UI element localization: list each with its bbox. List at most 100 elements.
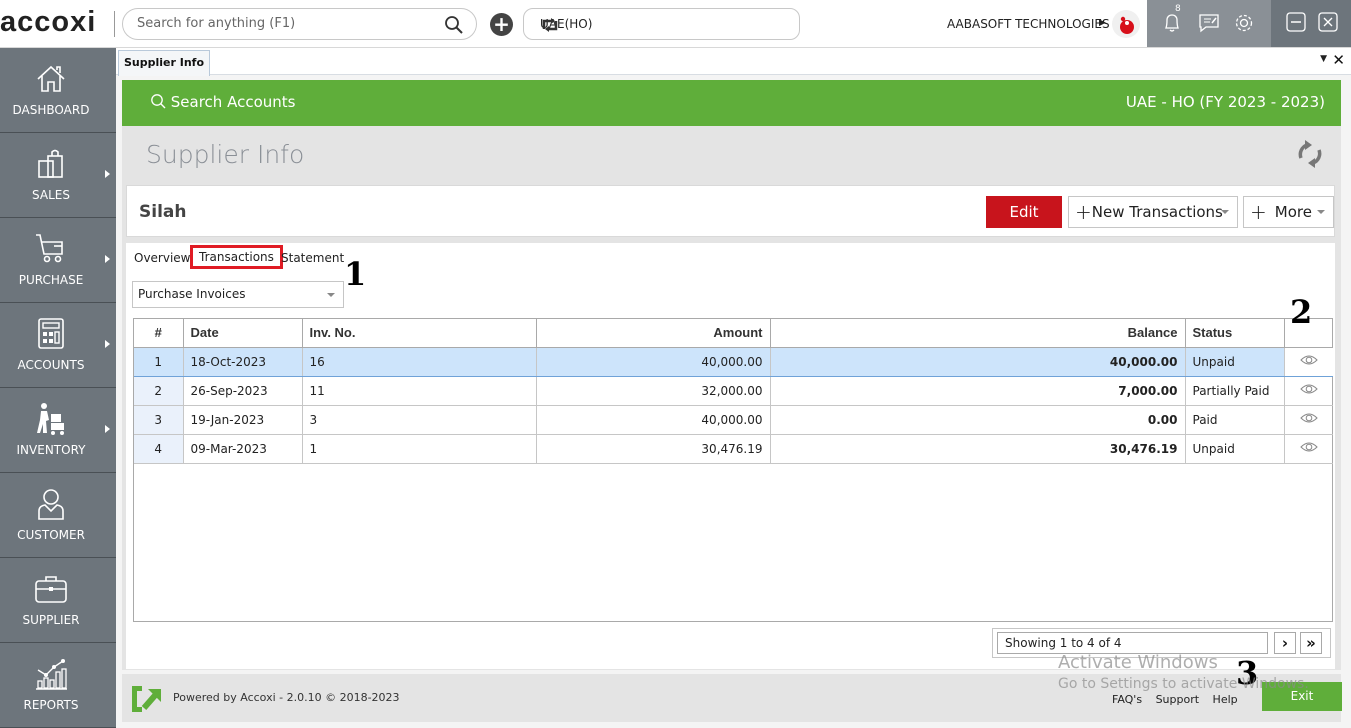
transaction-type-value: Purchase Invoices bbox=[138, 287, 246, 301]
cell-balance: 40,000.00 bbox=[770, 347, 1186, 377]
caret-right-icon bbox=[105, 170, 110, 178]
cell-date: 19-Jan-2023 bbox=[183, 405, 303, 435]
bell-icon[interactable] bbox=[1162, 12, 1182, 38]
sidebar-item-customer[interactable]: CUSTOMER bbox=[0, 473, 116, 558]
close-icon[interactable] bbox=[1318, 12, 1338, 36]
tab-statement[interactable]: Statement bbox=[281, 251, 344, 265]
sidebar-item-purchase[interactable]: PURCHASE bbox=[0, 218, 116, 303]
cell-date: 18-Oct-2023 bbox=[183, 347, 303, 377]
cell-balance: 30,476.19 bbox=[770, 434, 1186, 464]
minimize-icon[interactable] bbox=[1286, 12, 1306, 36]
sidebar-item-label: SALES bbox=[32, 188, 70, 202]
sidebar-item-accounts[interactable]: ACCOUNTS bbox=[0, 303, 116, 388]
caret-right-icon bbox=[105, 340, 110, 348]
main-panel: Search Accounts UAE - HO (FY 2023 - 2023… bbox=[116, 76, 1351, 728]
accoxi-brand-icon bbox=[131, 685, 164, 716]
transactions-grid: # Date Inv. No. Amount Balance Status 1 bbox=[133, 318, 1333, 622]
cell-amount: 40,000.00 bbox=[536, 405, 771, 435]
organization-name[interactable]: AABASOFT TECHNOLOGIES bbox=[947, 17, 1110, 31]
transaction-type-select[interactable]: Purchase Invoices bbox=[132, 281, 344, 308]
faqs-link[interactable]: FAQ's bbox=[1112, 693, 1142, 706]
column-header-invoice-no[interactable]: Inv. No. bbox=[302, 319, 537, 348]
calculator-icon bbox=[38, 318, 64, 349]
tab-transactions[interactable]: Transactions bbox=[190, 245, 283, 269]
activation-watermark-subtitle: Go to Settings to activate Windows. bbox=[1058, 676, 1309, 692]
more-button[interactable]: + More bbox=[1243, 196, 1334, 228]
view-icon[interactable] bbox=[1284, 405, 1333, 435]
app-logo: accoxi bbox=[0, 6, 97, 38]
page-title: Supplier Info bbox=[146, 140, 305, 169]
document-tab-strip: Supplier Info ▼ ✕ bbox=[116, 48, 1351, 76]
add-icon[interactable]: + bbox=[490, 13, 513, 36]
supplier-panel: Silah Edit +New Transactions + More Overv… bbox=[122, 182, 1341, 670]
table-row[interactable]: 4 09-Mar-2023 1 30,476.19 30,476.19 Unpa… bbox=[134, 434, 1333, 464]
gear-icon[interactable] bbox=[1233, 12, 1255, 38]
help-link[interactable]: Help bbox=[1213, 693, 1238, 706]
view-icon[interactable] bbox=[1284, 347, 1333, 377]
sidebar: DASHBOARD SALES PURCHASE ACCOUNTS INVENT… bbox=[0, 48, 116, 728]
table-row[interactable]: 3 19-Jan-2023 3 40,000.00 0.00 Paid bbox=[134, 405, 1333, 435]
sidebar-item-sales[interactable]: SALES bbox=[0, 133, 116, 218]
column-header-amount[interactable]: Amount bbox=[536, 319, 771, 348]
supplier-header-card: Silah Edit +New Transactions + More bbox=[126, 185, 1335, 237]
cell-invoice-no: 3 bbox=[302, 405, 537, 435]
tab-list-dropdown-icon[interactable]: ▼ bbox=[1320, 54, 1327, 64]
table-row[interactable]: 1 18-Oct-2023 16 40,000.00 40,000.00 Unp… bbox=[134, 347, 1333, 377]
table-header-row: # Date Inv. No. Amount Balance Status bbox=[134, 319, 1333, 348]
chevron-down-icon bbox=[327, 293, 335, 297]
sidebar-item-reports[interactable]: REPORTS bbox=[0, 643, 116, 728]
cell-amount: 30,476.19 bbox=[536, 434, 771, 464]
document-tab-supplier-info[interactable]: Supplier Info bbox=[118, 50, 211, 76]
cell-status: Partially Paid bbox=[1185, 376, 1285, 406]
company-selector[interactable]: UAE(HO) bbox=[523, 8, 800, 40]
column-header-index: # bbox=[134, 319, 184, 348]
search-accounts-button[interactable]: Search Accounts bbox=[150, 93, 295, 111]
sidebar-item-label: ACCOUNTS bbox=[17, 358, 85, 372]
briefcase-icon bbox=[35, 576, 67, 603]
sidebar-item-inventory[interactable]: INVENTORY bbox=[0, 388, 116, 473]
cell-balance: 7,000.00 bbox=[770, 376, 1186, 406]
cell-status: Paid bbox=[1185, 405, 1285, 435]
sidebar-item-label: SUPPLIER bbox=[22, 613, 80, 627]
chevron-down-icon bbox=[1221, 210, 1229, 214]
refresh-icon[interactable] bbox=[1295, 138, 1325, 174]
column-header-status[interactable]: Status bbox=[1185, 319, 1285, 348]
sidebar-item-label: DASHBOARD bbox=[12, 103, 90, 117]
edit-button[interactable]: Edit bbox=[986, 196, 1062, 228]
cart-icon bbox=[36, 234, 63, 263]
next-page-button[interactable]: › bbox=[1274, 632, 1296, 654]
view-icon[interactable] bbox=[1284, 376, 1333, 406]
window-controls bbox=[1271, 0, 1351, 47]
transactions-table: # Date Inv. No. Amount Balance Status 1 bbox=[134, 319, 1333, 464]
context-bar: Search Accounts UAE - HO (FY 2023 - 2023… bbox=[122, 80, 1341, 126]
global-search[interactable] bbox=[122, 8, 477, 40]
sidebar-item-label: REPORTS bbox=[23, 698, 79, 712]
notes-icon[interactable] bbox=[1198, 12, 1220, 38]
tab-overview[interactable]: Overview bbox=[134, 251, 191, 265]
sidebar-item-label: PURCHASE bbox=[18, 273, 84, 287]
sidebar-item-supplier[interactable]: SUPPLIER bbox=[0, 558, 116, 643]
new-transactions-button[interactable]: +New Transactions bbox=[1068, 196, 1238, 228]
view-icon[interactable] bbox=[1284, 434, 1333, 464]
user-icon bbox=[38, 489, 64, 520]
tab-close-icon[interactable]: ✕ bbox=[1332, 51, 1345, 69]
cell-index: 2 bbox=[134, 376, 184, 406]
cell-invoice-no: 11 bbox=[302, 376, 537, 406]
support-link[interactable]: Support bbox=[1156, 693, 1199, 706]
chart-icon bbox=[36, 659, 67, 690]
sidebar-item-label: CUSTOMER bbox=[17, 528, 85, 542]
sidebar-item-dashboard[interactable]: DASHBOARD bbox=[0, 48, 116, 133]
notification-count: 8 bbox=[1175, 4, 1181, 14]
organization-avatar[interactable] bbox=[1112, 10, 1140, 38]
new-transactions-label: New Transactions bbox=[1091, 203, 1223, 221]
table-row[interactable]: 2 26-Sep-2023 11 32,000.00 7,000.00 Part… bbox=[134, 376, 1333, 406]
column-header-balance[interactable]: Balance bbox=[770, 319, 1186, 348]
cell-date: 09-Mar-2023 bbox=[183, 434, 303, 464]
column-header-date[interactable]: Date bbox=[183, 319, 303, 348]
search-icon[interactable] bbox=[444, 15, 464, 39]
caret-right-icon[interactable]: ▶ bbox=[1099, 18, 1106, 28]
annotation-marker-1: 1 bbox=[344, 255, 367, 293]
global-search-input[interactable] bbox=[137, 16, 437, 31]
swap-icon[interactable] bbox=[540, 15, 791, 38]
last-page-button[interactable]: » bbox=[1300, 632, 1322, 654]
